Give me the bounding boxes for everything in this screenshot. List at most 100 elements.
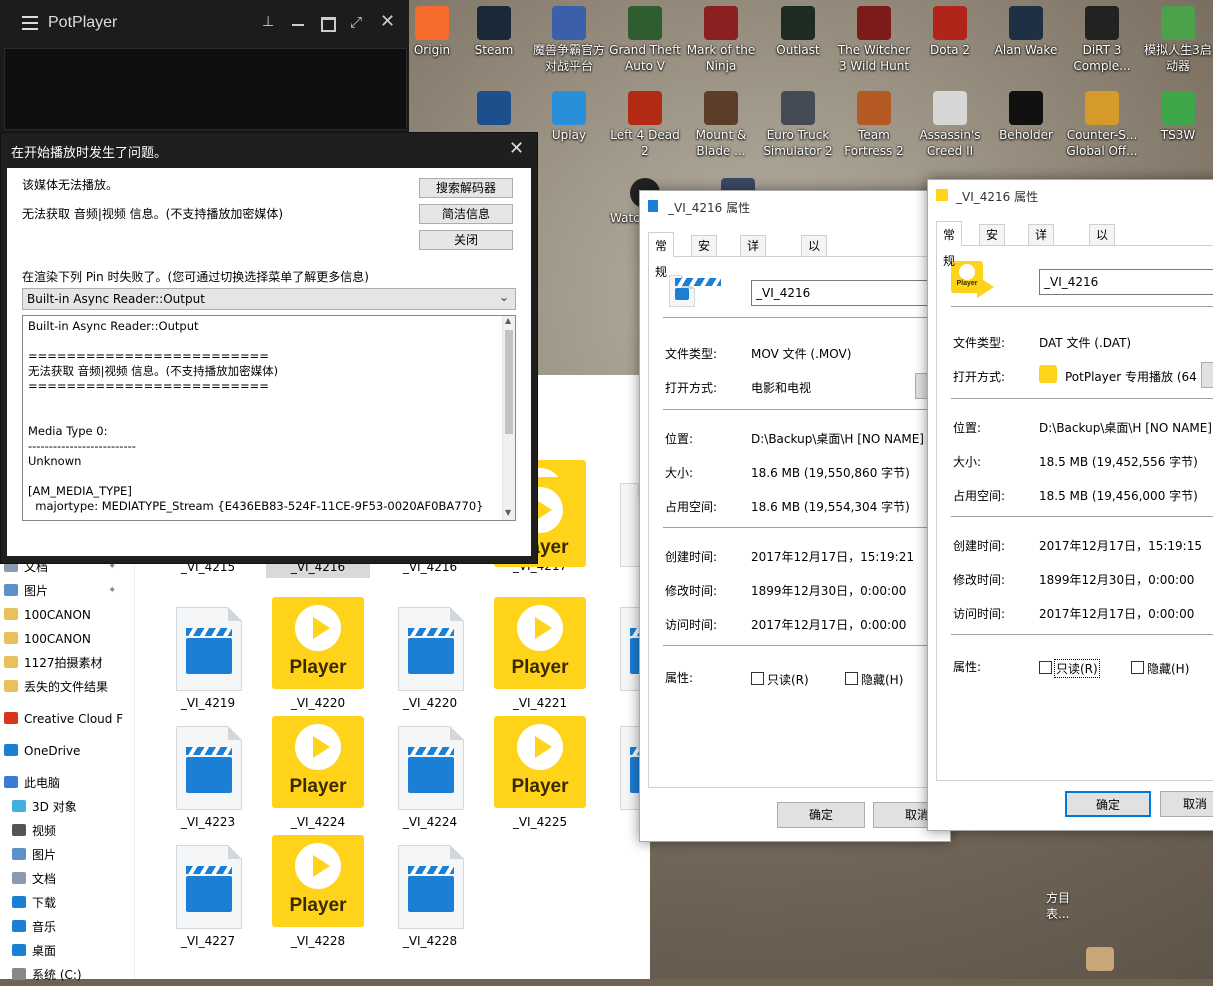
nav-item[interactable]: 系统 (C:) [12, 964, 82, 986]
scroll-up-icon[interactable]: ▲ [505, 316, 511, 325]
nav-item[interactable]: 100CANON [4, 628, 91, 650]
log-textarea[interactable]: Built-in Async Reader::Output ==========… [22, 315, 516, 521]
tab-details[interactable]: 详细信息 [1028, 224, 1055, 305]
desktop-icon[interactable]: Steam [456, 6, 532, 58]
pug-icon[interactable] [1086, 947, 1114, 971]
fullscreen-icon[interactable]: ⤢ [350, 13, 362, 31]
file-tile[interactable]: Player _VI_4220 [266, 597, 370, 715]
nav-item[interactable]: 桌面 [12, 940, 56, 962]
nav-item[interactable]: 音乐 [12, 916, 56, 938]
file-tile[interactable]: _VI_4220 [378, 597, 482, 715]
hidden-label[interactable]: 隐藏(H) [1147, 660, 1189, 677]
ok-button[interactable]: 确定 [777, 802, 865, 828]
nav-item[interactable]: Creative Cloud F [4, 708, 123, 730]
scroll-down-icon[interactable]: ▼ [505, 508, 511, 517]
desktop-icon[interactable]: The Witcher 3 Wild Hunt [836, 6, 912, 74]
nav-item[interactable]: OneDrive [4, 740, 80, 762]
cancel-button[interactable]: 取消 [1160, 791, 1213, 817]
modified-value: 1899年12月30日，0:00:00 [1039, 573, 1195, 587]
desktop-icon-label: Mark of the Ninja [686, 43, 756, 73]
desktop-icon[interactable]: 魔兽争霸官方 对战平台 [531, 6, 607, 74]
tab-previous-versions[interactable]: 以前的版本 [1089, 224, 1116, 326]
nav-item[interactable]: 下载 [12, 892, 56, 914]
location-label: 位置: [665, 432, 694, 446]
file-tile[interactable]: _VI_4228 [378, 835, 482, 953]
video-file-icon [398, 607, 464, 691]
desktop-icon[interactable]: Assassin's Creed II [912, 91, 988, 159]
folder-icon [12, 920, 26, 932]
desktop-icon[interactable]: Euro Truck Simulator 2 [760, 91, 836, 159]
change-button[interactable] [1201, 362, 1213, 388]
desktop-icon[interactable]: 模拟人生3启 动器 [1140, 6, 1213, 74]
tab-details[interactable]: 详细信息 [740, 235, 767, 316]
tab-security[interactable]: 安全 [979, 224, 1006, 263]
video-area[interactable] [4, 48, 407, 130]
scrollbar-thumb[interactable] [505, 330, 513, 434]
close-icon[interactable]: ✕ [380, 11, 395, 32]
close-icon[interactable]: ✕ [509, 138, 524, 159]
desktop-icon[interactable]: Outlast [760, 6, 836, 58]
nav-item[interactable]: 此电脑 [4, 772, 60, 794]
nav-item[interactable]: 丢失的文件结果 [4, 676, 108, 698]
pin-select[interactable]: Built-in Async Reader::Output ⌄ [22, 288, 516, 310]
minimize-icon[interactable] [292, 24, 304, 26]
file-tile[interactable]: _VI_4223 [156, 716, 260, 834]
file-tile[interactable]: _VI_4219 [156, 597, 260, 715]
tab-security[interactable]: 安全 [691, 235, 718, 274]
tab-general[interactable]: 常规 [648, 232, 675, 279]
desktop-icon[interactable]: Counter-S... Global Off... [1064, 91, 1140, 159]
desktop-icon[interactable]: Team Fortress 2 [836, 91, 912, 159]
desktop-icon[interactable]: Dota 2 [912, 6, 988, 58]
desktop-icon[interactable]: DiRT 3 Comple... [1064, 6, 1140, 74]
hidden-label[interactable]: 隐藏(H) [861, 671, 903, 688]
brief-info-button[interactable]: 简洁信息 [419, 204, 513, 224]
attributes-label: 属性: [665, 671, 694, 685]
nav-item-label: 丢失的文件结果 [24, 680, 109, 694]
nav-item[interactable]: 100CANON [4, 604, 91, 626]
file-tile[interactable]: _VI_4224 [378, 716, 482, 834]
desktop-icon[interactable]: Uplay [531, 91, 607, 143]
desktop-icon[interactable]: Beholder [988, 91, 1064, 143]
video-file-icon [398, 845, 464, 929]
desktop-icon[interactable]: Mount & Blade ... [683, 91, 759, 159]
readonly-checkbox[interactable] [751, 672, 764, 685]
tab-previous-versions[interactable]: 以前的版本 [801, 235, 828, 337]
scrollbar[interactable]: ▲ ▼ [502, 316, 515, 520]
desktop-icon-partial[interactable]: Watc [596, 178, 660, 226]
readonly-label[interactable]: 只读(R) [767, 671, 809, 688]
hamburger-menu-icon[interactable] [22, 16, 38, 30]
search-codec-button[interactable]: 搜索解码器 [419, 178, 513, 198]
filename-field[interactable]: _VI_4216 [1039, 269, 1213, 295]
desktop-icon[interactable]: Left 4 Dead 2 [607, 91, 683, 159]
nav-item-label: OneDrive [24, 744, 81, 758]
tab-general[interactable]: 常规 [936, 221, 963, 268]
pin-icon: ✦ [108, 585, 117, 596]
desktop-icon[interactable]: Alan Wake [988, 6, 1064, 58]
properties-window-mov: _VI_4216 属性 常规 安全 详细信息 以前的版本 _VI_4216 文件… [639, 190, 965, 842]
readonly-checkbox[interactable] [1039, 661, 1052, 674]
hidden-checkbox[interactable] [845, 672, 858, 685]
potplayer-file-icon: Player [272, 716, 364, 808]
nav-item[interactable]: 1127拍摄素材 [4, 652, 103, 674]
pin-icon[interactable]: ⊥ [262, 14, 274, 30]
file-tile[interactable]: Player _VI_4228 [266, 835, 370, 953]
nav-item[interactable]: 图片 [12, 844, 56, 866]
file-tile[interactable]: _VI_4227 [156, 835, 260, 953]
nav-item[interactable]: 3D 对象 [12, 796, 77, 818]
desktop-icon[interactable]: Mark of the Ninja [683, 6, 759, 74]
file-tile[interactable]: Player _VI_4225 [488, 716, 592, 834]
nav-item[interactable]: 文档 [12, 868, 56, 890]
desktop-icon[interactable]: TS3W [1140, 91, 1213, 143]
folder-icon [4, 744, 18, 756]
desktop-icon[interactable]: Grand Theft Auto V [607, 6, 683, 74]
hidden-checkbox[interactable] [1131, 661, 1144, 674]
ok-button[interactable]: 确定 [1065, 791, 1151, 817]
file-tile[interactable]: Player _VI_4224 [266, 716, 370, 834]
nav-item[interactable]: 图片 ✦ [4, 580, 116, 602]
maximize-icon[interactable] [321, 17, 336, 32]
nav-item[interactable]: 视频 [12, 820, 56, 842]
desktop-icon[interactable] [456, 91, 532, 127]
close-button[interactable]: 关闭 [419, 230, 513, 250]
file-tile[interactable]: Player _VI_4221 [488, 597, 592, 715]
readonly-label[interactable]: 只读(R) [1054, 659, 1100, 678]
